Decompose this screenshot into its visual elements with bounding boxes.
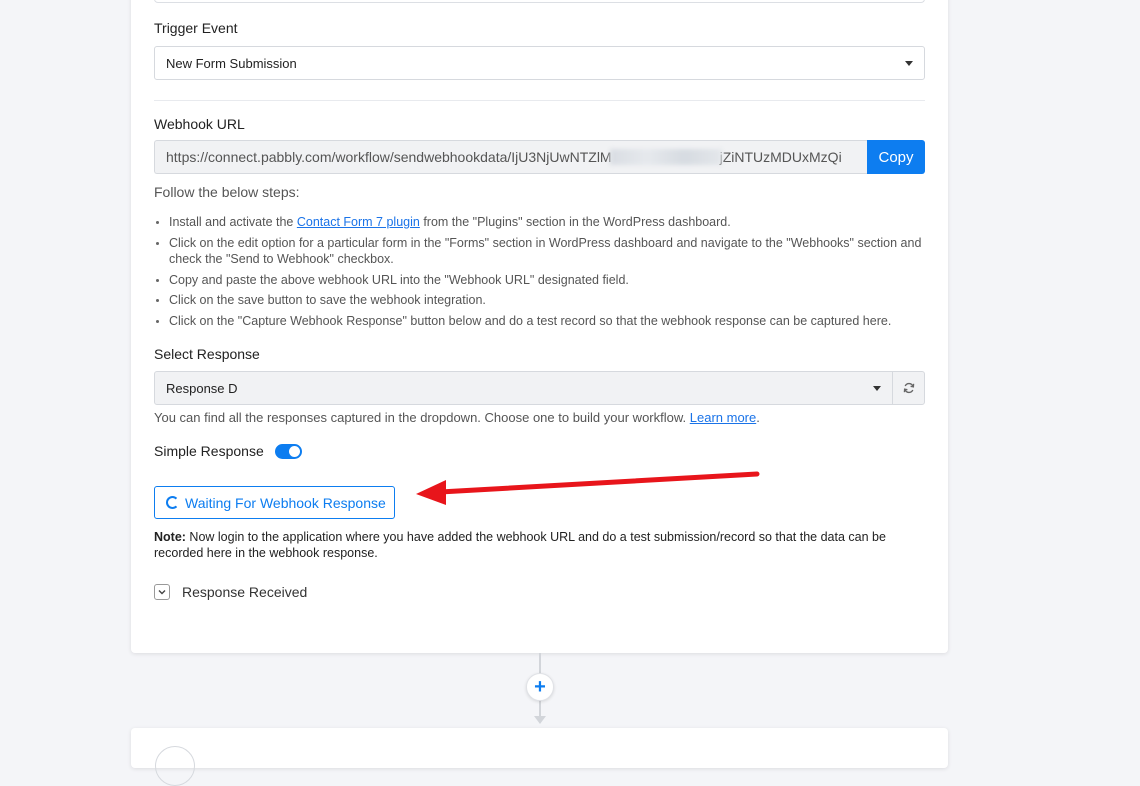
response-select-group: Response D: [154, 371, 925, 405]
note-body: Now login to the application where you h…: [154, 530, 886, 560]
note-prefix: Note:: [154, 530, 186, 544]
webhook-url-group: https://connect.pabbly.com/workflow/send…: [154, 140, 925, 174]
select-response-label: Select Response: [154, 346, 260, 362]
step-item: Click on the "Capture Webhook Response" …: [154, 313, 934, 330]
caret-down-icon: [905, 61, 913, 66]
action-step-card[interactable]: [131, 728, 948, 786]
step-item: Copy and paste the above webhook URL int…: [154, 272, 934, 289]
simple-response-label: Simple Response: [154, 443, 264, 459]
webhook-url-label: Webhook URL: [154, 116, 245, 132]
step-item: Click on the edit option for a particula…: [154, 235, 934, 268]
step-text: Install and activate the: [169, 215, 297, 229]
simple-response-row: Simple Response: [154, 443, 302, 459]
trigger-event-select[interactable]: New Form Submission: [154, 46, 925, 80]
trigger-step-card: Trigger Event New Form Submission Webhoo…: [131, 0, 948, 653]
app-select-field[interactable]: [154, 0, 925, 3]
simple-response-toggle[interactable]: [274, 443, 302, 459]
webhook-url-start: https://connect.pabbly.com/workflow/send…: [166, 149, 612, 165]
steps-intro: Follow the below steps:: [154, 184, 300, 200]
trigger-event-value: New Form Submission: [166, 55, 297, 71]
section-divider: [154, 100, 925, 101]
spinner-icon: [166, 496, 179, 509]
webhook-url-end: jZiNTUzMDUxMzQi: [719, 149, 842, 165]
waiting-button-label: Waiting For Webhook Response: [185, 494, 386, 511]
redacted-blur: [609, 149, 722, 165]
trigger-event-label: Trigger Event: [154, 20, 238, 36]
step-app-icon: [155, 746, 195, 786]
step-item: Click on the save button to save the web…: [154, 292, 934, 309]
help-end: .: [756, 410, 760, 425]
webhook-url-input[interactable]: https://connect.pabbly.com/workflow/send…: [154, 140, 867, 174]
response-received-label: Response Received: [182, 584, 308, 600]
plus-icon: +: [534, 675, 546, 698]
note-text: Note: Now login to the application where…: [154, 529, 934, 561]
refresh-icon: [903, 382, 914, 394]
waiting-webhook-response-button[interactable]: Waiting For Webhook Response: [154, 486, 395, 519]
contact-form-7-plugin-link[interactable]: Contact Form 7 plugin: [297, 215, 420, 229]
response-received-toggle[interactable]: Response Received: [154, 584, 307, 600]
add-step-button[interactable]: +: [526, 673, 554, 701]
response-select-value: Response D: [166, 380, 238, 396]
step-item: Install and activate the Contact Form 7 …: [154, 214, 934, 231]
step-text: from the "Plugins" section in the WordPr…: [419, 215, 731, 229]
chevron-down-icon: [154, 584, 170, 600]
copy-button[interactable]: Copy: [867, 140, 925, 174]
response-select[interactable]: Response D: [154, 371, 893, 405]
connector-arrow-icon: [534, 716, 546, 724]
refresh-button[interactable]: [892, 371, 925, 405]
response-help-text: You can find all the responses captured …: [154, 410, 760, 425]
help-text: You can find all the responses captured …: [154, 410, 690, 425]
learn-more-link[interactable]: Learn more: [690, 410, 756, 425]
steps-list: Install and activate the Contact Form 7 …: [154, 214, 934, 333]
caret-down-icon: [873, 386, 881, 391]
